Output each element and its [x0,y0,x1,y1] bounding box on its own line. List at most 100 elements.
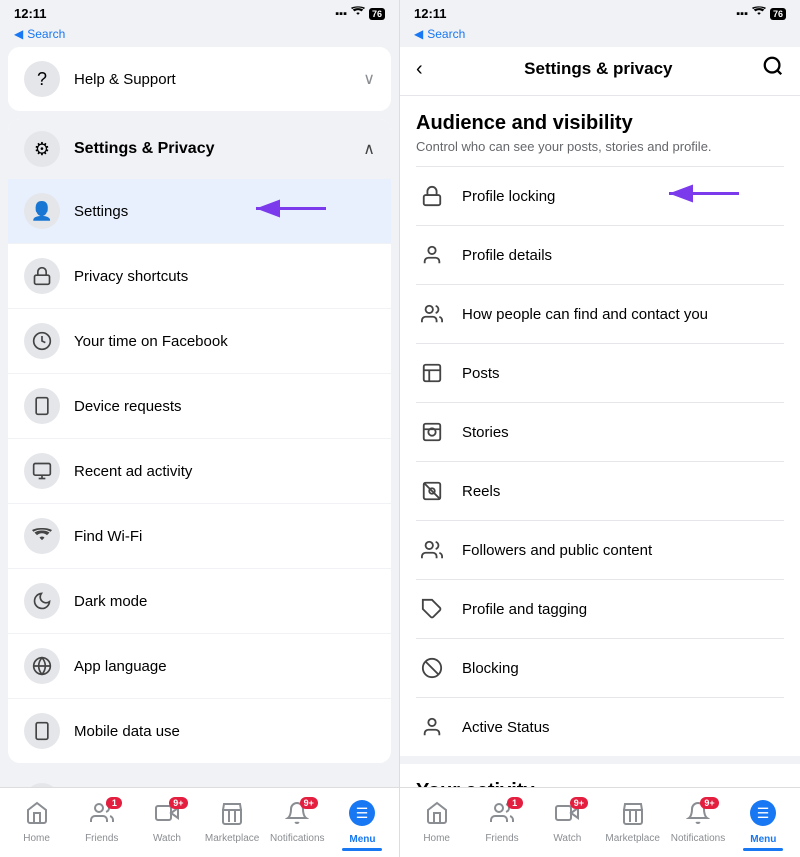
nav-notifications-right[interactable]: 9+ Notifications [665,795,730,850]
active-status-label: Active Status [462,719,784,736]
menu-active-indicator-left [342,848,382,851]
profile-details-label: Profile details [462,247,784,264]
profile-tagging-icon [416,593,448,625]
settings-item[interactable]: 👤 Settings [8,179,391,244]
followers-item[interactable]: Followers and public content [416,520,784,579]
active-status-icon [416,711,448,743]
menu-icon-right: ☰ [750,800,776,832]
nav-menu-right[interactable]: ☰ Menu [731,794,796,851]
device-icon [24,388,60,424]
left-status-bar: 12:11 ▪▪▪ 76 [0,0,399,25]
battery-left: 76 [369,8,385,20]
profile-details-item[interactable]: Profile details [416,225,784,284]
nav-friends-left[interactable]: 1 Friends [69,795,134,850]
your-activity-section: Your activity Access a log of your activ… [400,764,800,787]
left-bottom-nav: Home 1 Friends 9+ Watch Marketplace 9+ [0,787,399,857]
nav-home-right[interactable]: Home [404,795,469,850]
followers-icon [416,534,448,566]
blocking-label: Blocking [462,660,784,677]
active-status-item[interactable]: Active Status [416,697,784,756]
privacy-shortcuts-item[interactable]: Privacy shortcuts [8,244,391,309]
home-label-right: Home [423,833,450,844]
signal-icon: ▪▪▪ [335,8,347,20]
stories-label: Stories [462,424,784,441]
posts-icon [416,357,448,389]
right-search-back[interactable]: ◀ Search [400,25,800,47]
back-button[interactable]: ‹ [416,58,423,81]
nav-friends-right[interactable]: 1 Friends [469,795,534,850]
right-back-icon: ◀ [414,27,423,41]
nav-watch-right[interactable]: 9+ Watch [535,795,600,850]
purple-arrow-profile [664,179,744,214]
stories-item[interactable]: Stories [416,402,784,461]
friends-label-left: Friends [85,833,118,844]
ad-icon [24,453,60,489]
left-scroll-area: ? Help & Support ∨ ⚙ Settings & Privacy … [0,47,399,787]
profile-tagging-item[interactable]: Profile and tagging [416,579,784,638]
right-search-button[interactable] [762,55,784,83]
notifications-badge-right: 9+ [700,797,718,809]
reels-label: Reels [462,483,784,500]
settings-privacy-header[interactable]: ⚙ Settings & Privacy ∧ [8,119,391,179]
wifi-icon [351,6,365,21]
help-chevron-icon: ∨ [363,69,375,89]
friends-badge-left: 1 [106,797,122,809]
profile-locking-item[interactable]: Profile locking [416,166,784,225]
dark-mode-item[interactable]: Dark mode [8,569,391,634]
right-panel: 12:11 ▪▪▪ 76 ◀ Search ‹ Settings & priva… [400,0,800,857]
right-scroll-area: Audience and visibility Control who can … [400,96,800,787]
watch-label-left: Watch [153,833,181,844]
watch-badge-right: 9+ [570,797,588,809]
watch-label-right: Watch [553,833,581,844]
nav-watch-left[interactable]: 9+ Watch [134,795,199,850]
left-status-icons: ▪▪▪ 76 [335,6,385,21]
back-arrow-icon: ◀ [14,27,23,41]
recent-ad-activity-item[interactable]: Recent ad activity [8,439,391,504]
reels-item[interactable]: Reels [416,461,784,520]
marketplace-label-left: Marketplace [205,833,259,844]
svg-text:☰: ☰ [356,805,369,821]
right-status-icons: ▪▪▪ 76 [736,6,786,21]
find-contact-item[interactable]: How people can find and contact you [416,284,784,343]
profile-details-icon [416,239,448,271]
app-language-item[interactable]: App language [8,634,391,699]
also-from-meta-header[interactable]: Also from Meta ∧ [8,771,391,787]
find-wifi-item[interactable]: Find Wi-Fi [8,504,391,569]
nav-marketplace-left[interactable]: Marketplace [200,795,265,850]
wifi-menu-icon [24,518,60,554]
nav-menu-left[interactable]: ☰ Menu [330,794,395,851]
right-wifi-icon [752,6,766,21]
blocking-item[interactable]: Blocking [416,638,784,697]
settings-privacy-section: ⚙ Settings & Privacy ∧ 👤 Settings [8,119,391,763]
profile-locking-icon [416,180,448,212]
purple-arrow-settings [251,194,331,229]
left-search-back[interactable]: ◀ Search [0,25,399,47]
menu-label-right: Menu [750,834,776,845]
svg-text:☰: ☰ [757,805,770,821]
marketplace-label-right: Marketplace [605,833,659,844]
help-support-item[interactable]: ? Help & Support ∨ [8,47,391,111]
language-icon [24,648,60,684]
nav-marketplace-right[interactable]: Marketplace [600,795,665,850]
mobile-data-icon [24,713,60,749]
right-bottom-nav: Home 1 Friends 9+ Watch Marketplace 9+ [400,787,800,857]
section-divider-1 [400,756,800,764]
time-on-facebook-label: Your time on Facebook [74,333,375,350]
home-label-left: Home [23,833,50,844]
home-icon-left [25,801,49,831]
profile-tagging-label: Profile and tagging [462,601,784,618]
right-page-title: Settings & privacy [435,59,762,79]
find-contact-icon [416,298,448,330]
mobile-data-item[interactable]: Mobile data use [8,699,391,763]
privacy-icon [24,258,60,294]
mobile-data-label: Mobile data use [74,723,375,740]
settings-toggle-icon[interactable]: ∧ [363,139,375,159]
blocking-icon [416,652,448,684]
posts-label: Posts [462,365,784,382]
nav-notifications-left[interactable]: 9+ Notifications [265,795,330,850]
nav-home-left[interactable]: Home [4,795,69,850]
posts-item[interactable]: Posts [416,343,784,402]
right-signal-icon: ▪▪▪ [736,8,748,20]
time-on-facebook-item[interactable]: Your time on Facebook [8,309,391,374]
device-requests-item[interactable]: Device requests [8,374,391,439]
